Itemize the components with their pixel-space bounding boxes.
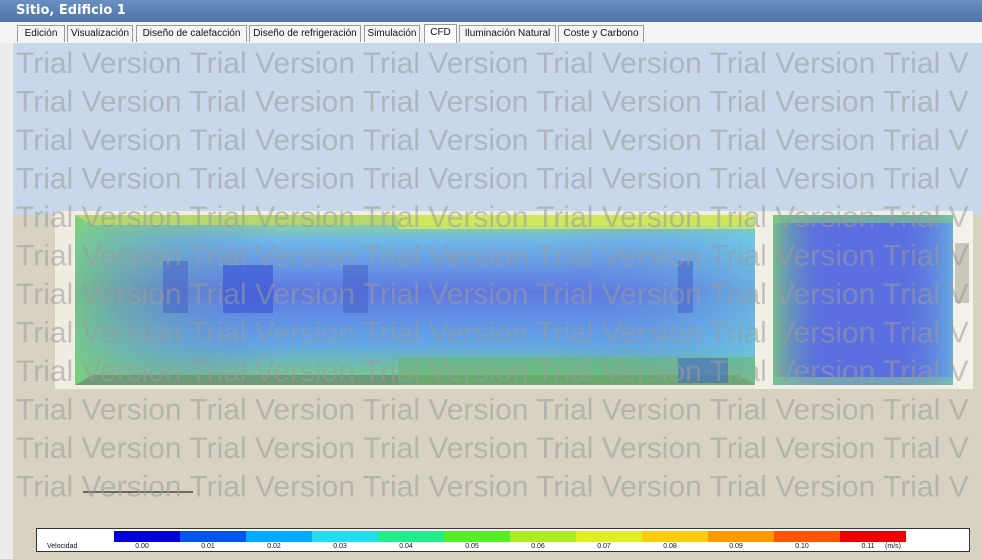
tab-visualizacion[interactable]: Visualización [67,25,133,42]
window-3 [343,265,368,313]
window-titlebar: Sitio, Edificio 1 [0,0,982,22]
legend-color-segment [180,531,246,542]
room-2-floor-edge [773,377,953,385]
legend-tick-label: 0.08 [663,543,677,550]
legend-color-segment [378,531,444,542]
legend-tick-label: 0.10 [795,543,809,550]
legend-unit: (m/s) [885,543,901,550]
partition-wall [755,211,773,389]
cfd-viewport[interactable]: Trial Version Trial Version Trial Versio… [13,43,982,559]
tab-diseno-refrigeracion[interactable]: Diseño de refrigeración [249,25,361,42]
legend-color-segment [246,531,312,542]
room-2-ceiling-edge [773,215,953,223]
legend-tick-label: 0.05 [465,543,479,550]
legend-tick-label: 0.04 [399,543,413,550]
legend-tick-label: 0.01 [201,543,215,550]
tab-iluminacion-natural[interactable]: Iluminación Natural [459,25,556,42]
window-2 [223,265,273,313]
tab-strip: Edición Visualización Diseño de calefacc… [0,22,982,44]
window-4 [678,261,693,313]
legend-tick-label: 0.03 [333,543,347,550]
legend-label: Velocidad [47,543,78,550]
window-1 [163,261,188,313]
legend-color-segment [774,531,840,542]
left-splitter[interactable] [0,43,14,559]
legend-tick-label: 0.11 [861,543,875,550]
tab-coste-carbono[interactable]: Coste y Carbono [558,25,644,42]
legend-color-segment [708,531,774,542]
window-5 [678,358,728,383]
legend-color-segment [312,531,378,542]
room-2-overlay [773,215,953,385]
legend-tick-label: 0.06 [531,543,545,550]
legend-color-segment [642,531,708,542]
velocity-legend: Velocidad 0.00 0.01 0.02 0.03 0.04 0.05 0.06 0.… [36,528,970,552]
legend-tick-label: 0.07 [597,543,611,550]
room-1-hot-band [398,215,755,229]
window-title: Sitio, Edificio 1 [16,3,126,18]
legend-color-segment [444,531,510,542]
legend-color-segment [114,531,180,542]
cfd-model [55,211,973,493]
right-window [955,243,969,303]
tab-edicion[interactable]: Edición [17,25,65,42]
legend-tick-label: 0.09 [729,543,743,550]
legend-color-segment [840,531,906,542]
legend-color-segment [576,531,642,542]
legend-tick-label: 0.02 [267,543,281,550]
tab-simulacion[interactable]: Simulación [364,25,420,42]
tab-diseno-calefaccion[interactable]: Diseño de calefacción [136,25,247,42]
legend-tick-label: 0.00 [135,543,149,550]
legend-color-segment [510,531,576,542]
tab-cfd[interactable]: CFD [424,24,457,43]
